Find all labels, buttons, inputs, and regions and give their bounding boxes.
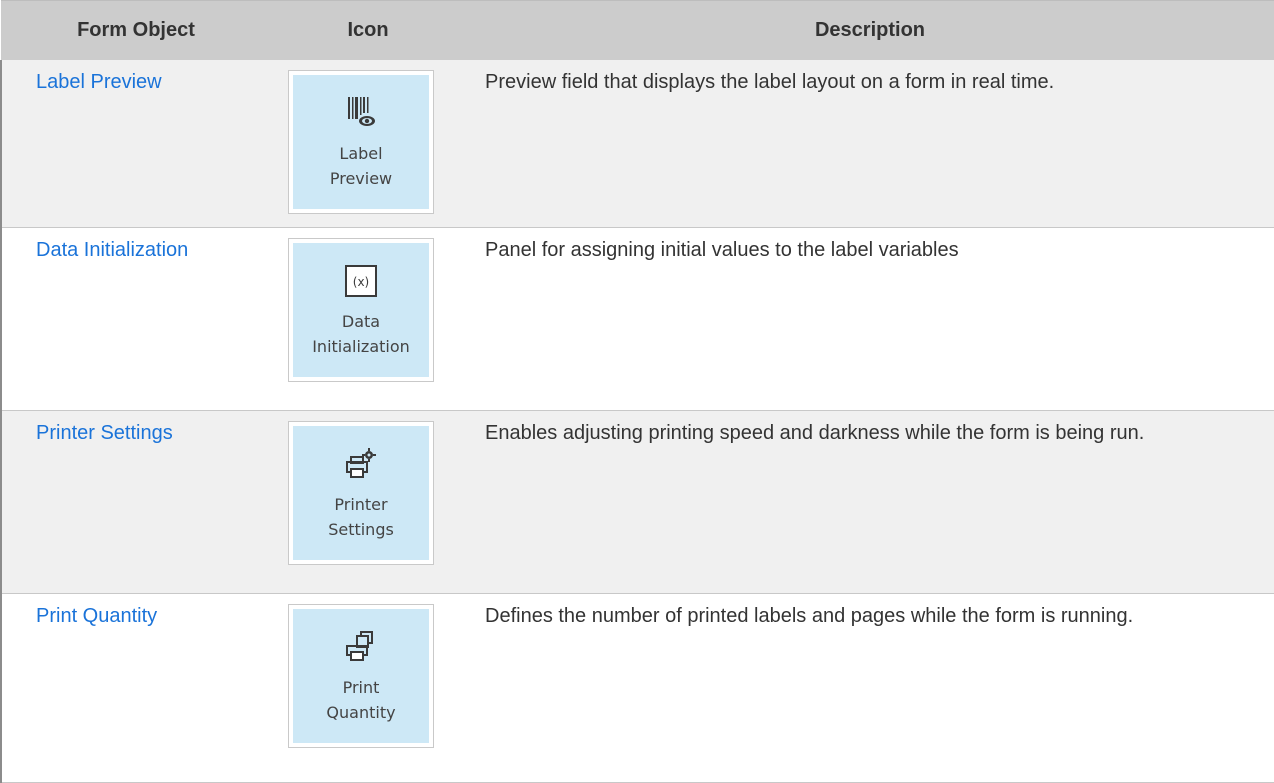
icon-cell: Label Preview [271,60,465,228]
print-quantity-button-label: Print Quantity [326,678,396,722]
print-quantity-icon [341,627,381,667]
form-object-cell: Label Preview [0,60,271,228]
svg-text:(x): (x) [353,275,369,289]
description-cell: Defines the number of printed labels and… [465,593,1274,783]
table-row: Label Preview Label Preview Preview fiel… [0,60,1274,228]
printer-settings-button-label: Printer Settings [328,495,394,539]
table-row: Print Quantity Print Quantity Defines th… [0,593,1274,783]
data-initialization-icon: (x) [341,261,381,301]
description-cell: Enables adjusting printing speed and dar… [465,410,1274,594]
form-object-link-print-quantity[interactable]: Print Quantity [36,600,157,632]
header-description: Description [465,0,1274,60]
printer-settings-button[interactable]: Printer Settings [288,421,434,565]
table-row: Printer Settings Printer Settings Enable… [0,410,1274,594]
form-object-cell: Print Quantity [0,593,271,783]
icon-cell: (x) Data Initialization [271,227,465,411]
printer-settings-icon [341,444,381,484]
form-object-link-label-preview[interactable]: Label Preview [36,66,162,98]
label-preview-button[interactable]: Label Preview [288,70,434,214]
header-form-object: Form Object [1,0,271,60]
data-initialization-button-label: Data Initialization [312,312,410,356]
header-icon: Icon [271,0,465,60]
print-quantity-button[interactable]: Print Quantity [288,604,434,748]
label-preview-button-label: Label Preview [329,144,393,188]
form-objects-table: Form Object Icon Description Label Previ… [0,0,1274,783]
icon-cell: Printer Settings [271,410,465,594]
form-object-cell: Data Initialization [0,227,271,411]
table-header-row: Form Object Icon Description [1,0,1274,60]
label-preview-icon [341,93,381,133]
description-cell: Preview field that displays the label la… [465,60,1274,228]
icon-cell: Print Quantity [271,593,465,783]
form-object-link-data-initialization[interactable]: Data Initialization [36,234,188,266]
form-object-link-printer-settings[interactable]: Printer Settings [36,417,173,449]
table-row: Data Initialization (x) Data Initializat… [0,227,1274,411]
data-initialization-button[interactable]: (x) Data Initialization [288,238,434,382]
form-object-cell: Printer Settings [0,410,271,594]
description-cell: Panel for assigning initial values to th… [465,227,1274,411]
